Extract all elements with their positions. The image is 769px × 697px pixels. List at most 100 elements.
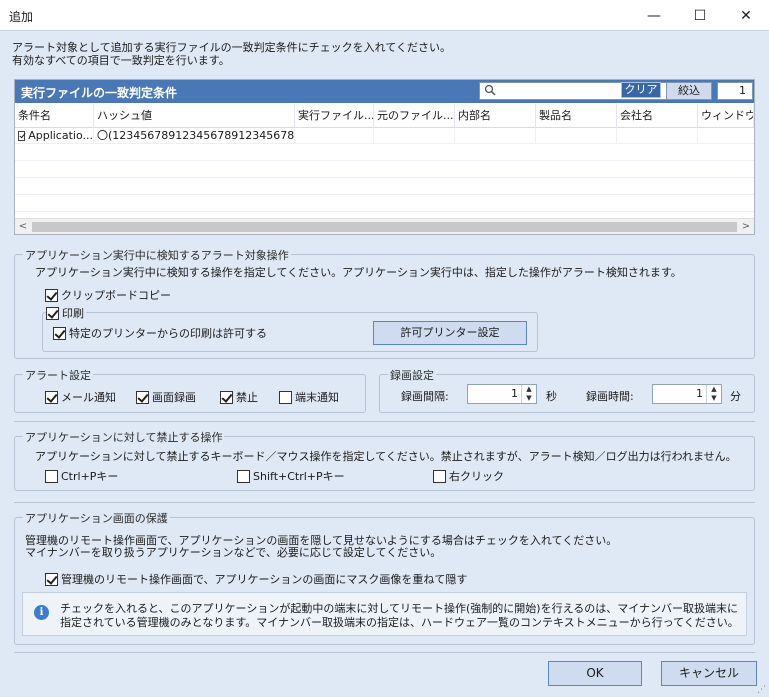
checkbox-checked-icon [46, 306, 59, 320]
column-header[interactable]: 内部名 [455, 104, 536, 128]
column-header[interactable]: ウィンドウタ [698, 104, 754, 128]
printer-settings-button[interactable]: 許可プリンター設定 [373, 321, 527, 345]
screen-record-checkbox[interactable]: 画面録画 [136, 389, 196, 405]
scroll-thumb[interactable] [32, 222, 737, 232]
info-line-2: 指定されている管理機のみとなります。マイナンバー取扱端末の指定は、ハードウェア一… [60, 616, 739, 629]
interval-label: 録画間隔: [401, 390, 449, 403]
alert-operations-desc: アプリケーション実行中に検知する操作を指定してください。アプリケーション実行中は… [35, 266, 682, 279]
intro-text: アラート対象として追加する実行ファイルの一致判定条件にチェックを入れてください。… [12, 41, 451, 67]
checkbox-unchecked-icon [279, 390, 292, 404]
mask-checkbox[interactable]: 管理機のリモート操作画面で、アプリケーションの画面にマスク画像を重ねて隠す [45, 571, 467, 587]
row-name: Applicatio... [28, 129, 93, 142]
panel-header: 実行ファイルの一致判定条件 クリア 絞込 1 [15, 80, 754, 103]
checkbox-unchecked-icon [45, 469, 58, 483]
close-button[interactable]: ✕ [723, 0, 769, 31]
screen-protection-desc-2: マイナンバーを取り扱うアプリケーションなどで、必要に応じて設定してください。 [25, 546, 442, 559]
panel-title: 実行ファイルの一致判定条件 [21, 86, 178, 100]
prohibit-checkbox[interactable]: 禁止 [220, 389, 258, 405]
interval-unit: 秒 [546, 390, 557, 403]
alert-operations-legend: アプリケーション実行中に検知するアラート対象操作 [23, 247, 291, 263]
spinner-arrows-icon[interactable]: ▲ ▼ [706, 385, 721, 403]
cancel-button[interactable]: キャンセル [661, 661, 757, 686]
right-click-label: 右クリック [449, 470, 504, 483]
column-header[interactable]: 会社名 [617, 104, 698, 128]
print-subgroup: 印刷 特定のプリンターからの印刷は許可する 許可プリンター設定 [42, 305, 538, 352]
table-header: 条件名 ハッシュ値 実行ファイル... 元のファイル... 内部名 製品名 会社… [15, 104, 754, 128]
intro-line-1: アラート対象として追加する実行ファイルの一致判定条件にチェックを入れてください。 [12, 41, 452, 54]
right-click-checkbox[interactable]: 右クリック [433, 468, 504, 484]
ctrl-p-checkbox[interactable]: Ctrl+Pキー [45, 468, 118, 484]
table-cell-name: Applicatio... [15, 128, 94, 144]
row-checkbox[interactable] [18, 131, 26, 141]
prohibited-operations-desc: アプリケーションに対して禁止するキーボード／マウス操作を指定してください。禁止さ… [35, 450, 737, 463]
column-header[interactable]: 元のファイル... [374, 104, 455, 128]
alert-settings-group: アラート設定 メール通知 画面録画 禁止 端末通知 [14, 367, 366, 413]
screen-protection-legend: アプリケーション画面の保護 [23, 510, 170, 526]
table-cell [295, 128, 374, 144]
column-header[interactable]: 製品名 [536, 104, 617, 128]
table-row-empty [15, 179, 754, 195]
allow-printer-label: 特定のプリンターからの印刷は許可する [69, 327, 267, 340]
mail-notify-label: メール通知 [61, 391, 116, 404]
maximize-button[interactable]: ☐ [677, 0, 723, 31]
print-checkbox[interactable]: 印刷 [46, 305, 86, 321]
info-text: チェックを入れると、このアプリケーションが起動中の端末に対してリモート操作(強制… [60, 602, 739, 630]
column-header[interactable]: 条件名 [15, 104, 94, 128]
checkbox-checked-icon [45, 572, 58, 586]
terminal-notify-label: 端末通知 [295, 391, 339, 404]
checkbox-checked-icon [45, 390, 58, 404]
search-icon [484, 84, 496, 96]
duration-label: 録画時間: [586, 390, 634, 403]
spinner-arrows-icon[interactable]: ▲ ▼ [521, 385, 536, 403]
checkbox-checked-icon [45, 288, 58, 302]
mail-notify-checkbox[interactable]: メール通知 [45, 389, 116, 405]
clipboard-checkbox[interactable]: クリップボードコピー [45, 287, 171, 303]
table-cell [536, 128, 617, 144]
interval-value: 1 [511, 387, 518, 400]
alert-operations-group: アプリケーション実行中に検知するアラート対象操作 アプリケーション実行中に検知す… [14, 247, 755, 359]
checkbox-unchecked-icon [237, 469, 250, 483]
print-label: 印刷 [62, 307, 84, 320]
table-row[interactable]: Applicatio... 〇(123456789123456789123456… [15, 128, 754, 144]
allow-printer-checkbox[interactable]: 特定のプリンターからの印刷は許可する [53, 325, 267, 341]
filter-button[interactable]: 絞込 [666, 82, 712, 100]
minimize-button[interactable]: — [631, 0, 677, 31]
screen-protection-desc: 管理機のリモート操作画面で、アプリケーションの画面を隠して見せないようにする場合… [25, 535, 617, 559]
separator [14, 502, 755, 503]
info-box: i チェックを入れると、このアプリケーションが起動中の端末に対してリモート操作(… [22, 592, 747, 636]
ctrl-p-label: Ctrl+Pキー [61, 470, 119, 483]
title-bar: 追加 — ☐ ✕ [0, 0, 769, 31]
info-line-1: チェックを入れると、このアプリケーションが起動中の端末に対してリモート操作(強制… [60, 602, 739, 615]
table-row-empty [15, 196, 754, 212]
column-header[interactable]: ハッシュ値 [94, 104, 295, 128]
horizontal-scrollbar[interactable]: < > [15, 218, 754, 234]
interval-spinner[interactable]: 1 ▲ ▼ [467, 384, 537, 404]
duration-unit: 分 [730, 390, 741, 403]
result-count: 1 [717, 82, 753, 100]
table-cell [374, 128, 455, 144]
ok-button[interactable]: OK [548, 661, 642, 686]
window-title: 追加 [9, 10, 34, 24]
prohibited-operations-legend: アプリケーションに対して禁止する操作 [23, 429, 225, 445]
checkbox-unchecked-icon [433, 469, 446, 483]
duration-value: 1 [696, 387, 703, 400]
column-header[interactable]: 実行ファイル... [295, 104, 374, 128]
checkbox-checked-icon [136, 390, 149, 404]
recording-settings-group: 録画設定 録画間隔: 1 ▲ ▼ 秒 録画時間: 1 ▲ ▼ 分 [379, 367, 755, 413]
clear-button[interactable]: クリア [621, 82, 661, 98]
prohibit-label: 禁止 [236, 391, 258, 404]
prohibited-operations-group: アプリケーションに対して禁止する操作 アプリケーションに対して禁止するキーボード… [14, 429, 755, 491]
clipboard-label: クリップボードコピー [61, 289, 171, 302]
alert-settings-legend: アラート設定 [23, 367, 93, 383]
terminal-notify-checkbox[interactable]: 端末通知 [279, 389, 339, 405]
table-row-empty [15, 162, 754, 178]
duration-spinner[interactable]: 1 ▲ ▼ [652, 384, 722, 404]
checkbox-checked-icon [53, 326, 66, 340]
resize-grip-icon[interactable]: ⋰ [757, 685, 767, 695]
table-cell [617, 128, 698, 144]
scroll-left-icon[interactable]: < [15, 219, 31, 235]
shift-ctrl-p-checkbox[interactable]: Shift+Ctrl+Pキー [237, 468, 345, 484]
screen-record-label: 画面録画 [152, 391, 196, 404]
scroll-right-icon[interactable]: > [738, 219, 754, 235]
separator [14, 421, 755, 422]
